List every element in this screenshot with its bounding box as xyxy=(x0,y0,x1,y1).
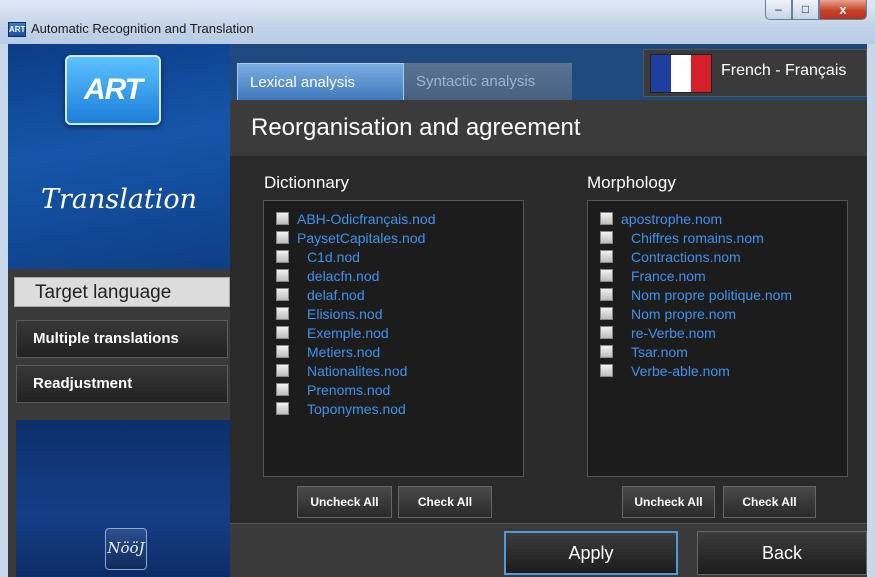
noo-logo[interactable]: NööJ xyxy=(105,528,147,570)
dictionary-item-label: Metiers.nod xyxy=(307,344,381,360)
checkbox[interactable] xyxy=(276,250,289,263)
window-title: Automatic Recognition and Translation xyxy=(31,21,254,36)
tab-lexical-analysis[interactable]: Lexical analysis xyxy=(237,63,404,100)
checkbox[interactable] xyxy=(600,364,613,377)
sidebar: ART Translation Target language Multiple… xyxy=(8,44,230,577)
main-panel: Reorganisation and agreement Dictionnary… xyxy=(230,100,867,577)
checkbox[interactable] xyxy=(600,250,613,263)
dictionary-check-all-button[interactable]: Check All xyxy=(398,486,492,518)
morphology-item-label: Nom propre.nom xyxy=(631,306,737,322)
checkbox[interactable] xyxy=(600,307,613,320)
maximize-icon: □ xyxy=(801,2,810,16)
dictionary-item-label: delaf.nod xyxy=(307,287,365,303)
french-flag-icon xyxy=(650,54,712,93)
checkbox[interactable] xyxy=(276,307,289,320)
morphology-item-label: Verbe-able.nom xyxy=(631,363,730,379)
checkbox[interactable] xyxy=(276,269,289,282)
morphology-item-label: France.nom xyxy=(631,268,706,284)
checkbox[interactable] xyxy=(600,326,613,339)
dictionary-item-label: PaysetCapitales.nod xyxy=(297,230,426,246)
morphology-item-label: Chiffres romains.nom xyxy=(631,230,764,246)
close-button[interactable]: x xyxy=(819,0,867,20)
dictionary-uncheck-all-button[interactable]: Uncheck All xyxy=(297,486,392,518)
window-controls: ‒ □ x xyxy=(765,0,867,22)
back-button[interactable]: Back xyxy=(697,531,867,575)
checkbox[interactable] xyxy=(600,269,613,282)
maximize-button[interactable]: □ xyxy=(792,0,819,20)
close-icon: x xyxy=(839,2,847,17)
art-logo: ART xyxy=(65,55,161,125)
sidebar-item-target-language[interactable]: Target language xyxy=(14,277,230,307)
checkbox[interactable] xyxy=(600,231,613,244)
checkbox[interactable] xyxy=(276,402,289,415)
dictionary-item-label: Prenoms.nod xyxy=(307,382,391,398)
checkbox[interactable] xyxy=(600,212,613,225)
checkbox[interactable] xyxy=(276,364,289,377)
morphology-item-label: Contractions.nom xyxy=(631,249,741,265)
morphology-title: Morphology xyxy=(587,173,676,192)
dictionary-item-label: ABH-Odicfrançais.nod xyxy=(297,211,436,227)
language-label: French - Français xyxy=(721,62,847,79)
checkbox[interactable] xyxy=(600,345,613,358)
morphology-item-label: re-Verbe.nom xyxy=(631,325,716,341)
checkbox[interactable] xyxy=(276,288,289,301)
app-icon: ART xyxy=(8,22,26,37)
client-area: ART Translation Target language Multiple… xyxy=(8,44,867,577)
sidebar-header: ART Translation xyxy=(8,44,230,269)
language-selector[interactable]: French - Français xyxy=(643,49,867,97)
morphology-item-label: apostrophe.nom xyxy=(621,211,723,227)
dictionary-item-label: Elisions.nod xyxy=(307,306,383,322)
morphology-list[interactable]: apostrophe.nom Chiffres romains.nom Contra… xyxy=(587,200,848,477)
tab-syntactic-analysis[interactable]: Syntactic analysis xyxy=(404,63,572,100)
panel-heading: Reorganisation and agreement xyxy=(230,100,867,156)
tab-bar: Lexical analysis Syntactic analysis Fren… xyxy=(230,44,867,100)
dictionary-title: Dictionnary xyxy=(264,173,350,192)
checkbox[interactable] xyxy=(276,212,289,225)
title-bar[interactable]: ART Automatic Recognition and Translatio… xyxy=(0,0,875,44)
checkbox[interactable] xyxy=(276,231,289,244)
dictionary-item-label: Nationalites.nod xyxy=(307,363,408,379)
apply-button[interactable]: Apply xyxy=(504,531,678,575)
sidebar-heading: Translation xyxy=(40,184,198,215)
dictionary-item-label: Toponymes.nod xyxy=(307,401,406,417)
sidebar-item-readjustment[interactable]: Readjustment xyxy=(16,365,228,403)
checkbox[interactable] xyxy=(276,383,289,396)
dictionary-list[interactable]: ABH-Odicfrançais.nod PaysetCapitales.nod C… xyxy=(263,200,524,477)
dictionary-item-label: C1d.nod xyxy=(307,249,360,265)
dictionary-item-label: Exemple.nod xyxy=(307,325,389,341)
app-window: ART Automatic Recognition and Translatio… xyxy=(0,0,875,577)
morphology-item-label: Tsar.nom xyxy=(631,344,688,360)
morphology-item-label: Nom propre politique.nom xyxy=(631,287,793,303)
morphology-check-all-button[interactable]: Check All xyxy=(723,486,816,518)
checkbox[interactable] xyxy=(600,288,613,301)
minimize-button[interactable]: ‒ xyxy=(765,0,792,20)
sidebar-item-multiple-translations[interactable]: Multiple translations xyxy=(16,320,228,358)
dictionary-item-label: delacfn.nod xyxy=(307,268,380,284)
page-title: Reorganisation and agreement xyxy=(251,114,581,141)
checkbox[interactable] xyxy=(276,326,289,339)
morphology-uncheck-all-button[interactable]: Uncheck All xyxy=(622,486,715,518)
checkbox[interactable] xyxy=(276,345,289,358)
minimize-icon: ‒ xyxy=(775,2,782,16)
